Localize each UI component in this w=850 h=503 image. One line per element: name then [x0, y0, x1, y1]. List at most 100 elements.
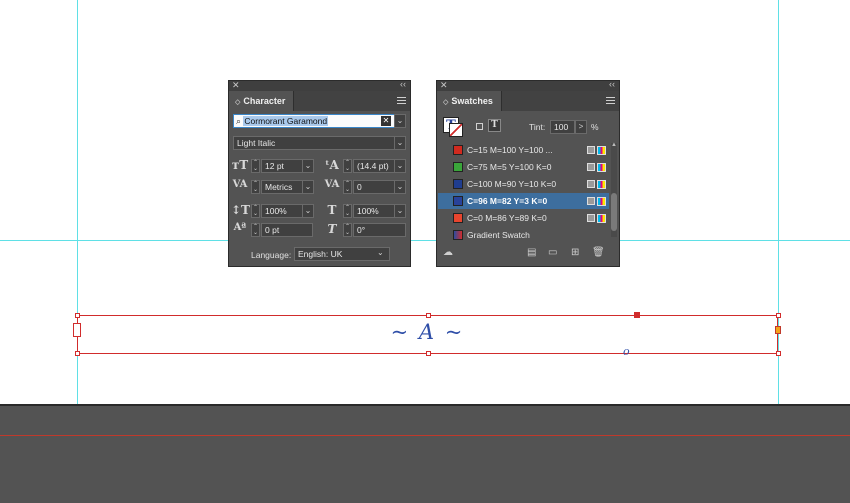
kerning-icon: VA [232, 179, 248, 190]
spot-process-icon [587, 197, 595, 205]
tracking-stepper[interactable]: ⌃ ⌄ [343, 180, 352, 194]
chevron-down-icon[interactable]: ⌄ [394, 136, 406, 150]
frame-handle-bottom-right[interactable] [776, 351, 781, 356]
spot-process-icon [587, 163, 595, 171]
frame-text[interactable]: ~ A ~ [78, 320, 777, 344]
font-size-stepper[interactable]: ⌃ ⌄ [251, 159, 260, 173]
swatch-row[interactable]: C=100 M=90 Y=10 K=0 [438, 176, 609, 192]
swatch-row[interactable]: C=15 M=100 Y=100 ... [438, 142, 609, 158]
language-select[interactable]: English: UK [294, 247, 390, 261]
swatch-name: C=100 M=90 Y=10 K=0 [467, 179, 557, 189]
collapse-icon[interactable]: ‹‹ [400, 79, 406, 89]
pasteboard [0, 404, 850, 503]
tint-arrow-button[interactable]: > [575, 120, 587, 134]
vertical-guide-right[interactable] [778, 0, 779, 404]
leading-icon: ᵗA [325, 158, 339, 172]
swatch-row[interactable]: C=75 M=5 Y=100 K=0 [438, 159, 609, 175]
scroll-up-icon[interactable]: ▲ [611, 142, 617, 148]
swatch-row[interactable]: C=0 M=86 Y=89 K=0 [438, 210, 609, 226]
container-formatting-icon[interactable] [476, 123, 483, 130]
out-port-icon[interactable] [775, 326, 781, 334]
text-frame[interactable]: ~ A ~ [77, 315, 778, 354]
swatch-color-chip [453, 196, 463, 206]
cmyk-mode-icon [597, 197, 606, 206]
swatch-color-chip [453, 162, 463, 172]
search-icon: ⌕ [236, 116, 242, 126]
tab-swatches[interactable]: ◇ Swatches [437, 91, 502, 111]
bleed-line [0, 435, 850, 436]
skew-stepper[interactable]: ⌃ ⌄ [343, 223, 352, 237]
tracking-icon: VA [324, 179, 340, 190]
in-port-icon[interactable] [73, 323, 81, 337]
font-family-field[interactable]: ⌕ Cormorant Garamond ✕ [233, 114, 395, 128]
panel-menu-icon[interactable] [397, 97, 406, 104]
swatch-row[interactable]: C=96 M=82 Y=3 K=0 [438, 193, 609, 209]
cmyk-mode-icon [597, 180, 606, 189]
live-corner-handle[interactable] [634, 312, 640, 318]
leading-stepper[interactable]: ⌃ ⌄ [343, 159, 352, 173]
new-group-icon[interactable]: ▭ [548, 247, 557, 258]
swatch-name: C=15 M=100 Y=100 ... [467, 145, 553, 155]
skew-field[interactable]: 0° [353, 223, 406, 237]
tint-field[interactable]: 100 [550, 120, 575, 134]
cmyk-mode-icon [597, 163, 606, 172]
baseline-shift-stepper[interactable]: ⌃ ⌄ [251, 223, 260, 237]
tint-label: Tint: [529, 122, 546, 132]
collapse-icon[interactable]: ‹‹ [609, 79, 615, 89]
swatch-color-chip [453, 179, 463, 189]
baseline-shift-field[interactable]: 0 pt [261, 223, 313, 237]
close-icon[interactable]: ✕ [232, 80, 240, 91]
swatch-row[interactable]: Gradient Swatch [438, 227, 609, 243]
baseline-shift-icon: Aª [233, 222, 247, 233]
frame-handle-bottom-left[interactable] [75, 351, 80, 356]
fill-stroke-proxy[interactable]: T [443, 117, 463, 137]
chevron-down-icon[interactable]: ⌄ [394, 159, 406, 173]
vertical-scale-icon: ↕T [231, 203, 250, 217]
swatch-name: Gradient Swatch [467, 230, 530, 240]
spot-process-icon [587, 214, 595, 222]
frame-port-label: o [623, 345, 630, 358]
frame-handle-top-center[interactable] [426, 313, 431, 318]
cmyk-mode-icon [597, 214, 606, 223]
tab-arrows-icon: ◇ [443, 99, 449, 106]
kerning-stepper[interactable]: ⌃ ⌄ [251, 180, 260, 194]
swatch-name: C=96 M=82 Y=3 K=0 [467, 196, 548, 206]
swatch-scroll-thumb[interactable] [611, 193, 617, 231]
panel-menu-icon[interactable] [606, 97, 615, 104]
chevron-down-icon[interactable]: ⌄ [302, 159, 314, 173]
language-label: Language: [251, 250, 292, 260]
tab-character[interactable]: ◇ Character [229, 91, 295, 111]
panel-titlebar[interactable]: ✕ ‹‹ [229, 79, 410, 91]
new-swatch-icon[interactable]: ⊞ [571, 247, 579, 258]
horizontal-guide[interactable] [0, 240, 850, 241]
cmyk-mode-icon [597, 146, 606, 155]
panel-titlebar[interactable]: ✕ ‹‹ [437, 79, 619, 91]
close-icon[interactable]: ✕ [440, 80, 448, 91]
vertical-scale-stepper[interactable]: ⌃ ⌄ [251, 204, 260, 218]
chevron-down-icon[interactable]: ⌄ [302, 180, 314, 194]
chevron-down-icon[interactable]: ⌄ [302, 204, 314, 218]
font-family-value[interactable]: Cormorant Garamond [243, 116, 329, 126]
font-style-select[interactable]: Light Italic [233, 136, 395, 150]
swatch-name: C=0 M=86 Y=89 K=0 [467, 213, 547, 223]
clear-icon[interactable]: ✕ [381, 116, 391, 126]
swatch-color-chip [453, 145, 463, 155]
frame-handle-top-left[interactable] [75, 313, 80, 318]
cloud-icon[interactable]: ☁ [443, 247, 453, 258]
spot-process-icon [587, 180, 595, 188]
font-size-icon: ᴛT [231, 158, 249, 172]
tint-unit: % [591, 122, 599, 132]
horizontal-scale-icon: T [327, 203, 337, 217]
frame-handle-bottom-center[interactable] [426, 351, 431, 356]
stroke-none-icon[interactable] [449, 123, 463, 137]
text-formatting-icon[interactable]: T [488, 119, 501, 132]
skew-icon: T [327, 222, 337, 236]
frame-handle-top-right[interactable] [776, 313, 781, 318]
swatch-views-icon[interactable]: ▤ [527, 247, 536, 258]
chevron-down-icon[interactable]: ⌄ [377, 248, 384, 257]
chevron-down-icon[interactable]: ⌄ [394, 180, 406, 194]
chevron-down-icon[interactable]: ⌄ [394, 114, 406, 128]
horizontal-scale-stepper[interactable]: ⌃ ⌄ [343, 204, 352, 218]
chevron-down-icon[interactable]: ⌄ [394, 204, 406, 218]
delete-icon[interactable]: 🗑 [592, 247, 605, 258]
